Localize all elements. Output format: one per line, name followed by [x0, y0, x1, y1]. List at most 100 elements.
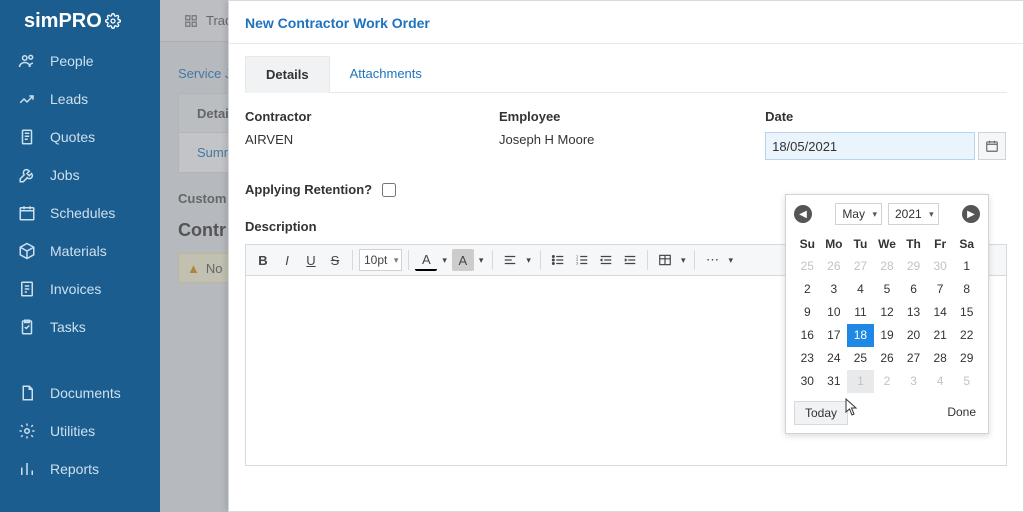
align-chevron-icon[interactable]: ▾ [523, 249, 534, 271]
dp-day[interactable]: 13 [900, 301, 927, 324]
dp-day[interactable]: 3 [900, 370, 927, 393]
dp-day[interactable]: 5 [953, 370, 980, 393]
dp-day[interactable]: 5 [874, 278, 901, 301]
italic-button[interactable]: I [276, 249, 298, 271]
jobs-icon [16, 164, 38, 186]
sidebar-item-leads[interactable]: Leads [0, 80, 160, 118]
bold-button[interactable]: B [252, 249, 274, 271]
documents-icon [16, 382, 38, 404]
sidebar-item-label: Utilities [50, 423, 95, 439]
quotes-icon [16, 126, 38, 148]
dp-day[interactable]: 2 [794, 278, 821, 301]
tab-attachments[interactable]: Attachments [330, 56, 442, 92]
sidebar-item-reports[interactable]: Reports [0, 450, 160, 488]
dp-day[interactable]: 27 [847, 255, 874, 278]
contractor-value: AIRVEN [245, 132, 499, 147]
dp-day[interactable]: 1 [953, 255, 980, 278]
dp-day[interactable]: 15 [953, 301, 980, 324]
dp-day[interactable]: 6 [900, 278, 927, 301]
prev-month-button[interactable]: ◀ [794, 205, 812, 223]
outdent-button[interactable] [595, 249, 617, 271]
dp-day[interactable]: 19 [874, 324, 901, 347]
more-button[interactable]: ⋯ [701, 249, 723, 271]
employee-label: Employee [499, 109, 765, 124]
sidebar-item-tasks[interactable]: Tasks [0, 308, 160, 346]
dp-day[interactable]: 18 [847, 324, 874, 347]
dp-day[interactable]: 1 [847, 370, 874, 393]
next-month-button[interactable]: ▶ [962, 205, 980, 223]
dp-day[interactable]: 16 [794, 324, 821, 347]
modal-title: New Contractor Work Order [229, 1, 1023, 44]
dp-day[interactable]: 20 [900, 324, 927, 347]
sidebar-item-jobs[interactable]: Jobs [0, 156, 160, 194]
strikethrough-button[interactable]: S [324, 249, 346, 271]
dp-day[interactable]: 9 [794, 301, 821, 324]
applying-retention-checkbox[interactable] [382, 183, 396, 197]
numbered-list-button[interactable]: 123 [571, 249, 593, 271]
dp-day[interactable]: 29 [953, 347, 980, 370]
year-select[interactable]: 2021 [888, 203, 939, 225]
dp-day[interactable]: 12 [874, 301, 901, 324]
table-chevron-icon[interactable]: ▾ [678, 249, 689, 271]
date-input[interactable] [765, 132, 975, 160]
sidebar-item-documents[interactable]: Documents [0, 374, 160, 412]
table-button[interactable] [654, 249, 676, 271]
dp-day[interactable]: 28 [927, 347, 954, 370]
font-color-button[interactable]: A [415, 249, 437, 271]
calendar-icon[interactable] [978, 132, 1006, 160]
sidebar-item-materials[interactable]: Materials [0, 232, 160, 270]
bg-color-chevron-icon[interactable]: ▾ [476, 249, 487, 271]
dp-day[interactable]: 26 [821, 255, 848, 278]
sidebar-item-label: People [50, 53, 94, 69]
dp-day[interactable]: 28 [874, 255, 901, 278]
font-color-chevron-icon[interactable]: ▾ [439, 249, 450, 271]
dp-dow: Tu [847, 233, 874, 255]
dp-day[interactable]: 27 [900, 347, 927, 370]
sidebar-item-utilities[interactable]: Utilities [0, 412, 160, 450]
dp-day[interactable]: 17 [821, 324, 848, 347]
indent-button[interactable] [619, 249, 641, 271]
applying-retention-label: Applying Retention? [245, 182, 372, 197]
sidebar-item-invoices[interactable]: Invoices [0, 270, 160, 308]
month-select[interactable]: May [835, 203, 882, 225]
dp-day[interactable]: 21 [927, 324, 954, 347]
align-button[interactable] [499, 249, 521, 271]
bullet-list-button[interactable] [547, 249, 569, 271]
done-button[interactable]: Done [943, 401, 980, 425]
materials-icon [16, 240, 38, 262]
dp-day[interactable]: 25 [847, 347, 874, 370]
invoices-icon [16, 278, 38, 300]
today-button[interactable]: Today [794, 401, 848, 425]
underline-button[interactable]: U [300, 249, 322, 271]
dp-day[interactable]: 11 [847, 301, 874, 324]
font-size-select[interactable]: 10pt [359, 249, 402, 271]
sidebar-item-people[interactable]: People [0, 42, 160, 80]
dp-day[interactable]: 3 [821, 278, 848, 301]
dp-day[interactable]: 22 [953, 324, 980, 347]
dp-day[interactable]: 10 [821, 301, 848, 324]
tab-details[interactable]: Details [245, 56, 330, 93]
dp-day[interactable]: 30 [794, 370, 821, 393]
dp-day[interactable]: 4 [847, 278, 874, 301]
dp-day[interactable]: 29 [900, 255, 927, 278]
dp-day[interactable]: 30 [927, 255, 954, 278]
sidebar-item-schedules[interactable]: Schedules [0, 194, 160, 232]
dp-day[interactable]: 31 [821, 370, 848, 393]
dp-day[interactable]: 24 [821, 347, 848, 370]
sidebar-item-label: Materials [50, 243, 107, 259]
more-chevron-icon[interactable]: ▾ [725, 249, 736, 271]
dp-day[interactable]: 8 [953, 278, 980, 301]
tasks-icon [16, 316, 38, 338]
bg-color-button[interactable]: A [452, 249, 474, 271]
dp-day[interactable]: 25 [794, 255, 821, 278]
dp-day[interactable]: 2 [874, 370, 901, 393]
people-icon [16, 50, 38, 72]
employee-value: Joseph H Moore [499, 132, 765, 147]
dp-day[interactable]: 7 [927, 278, 954, 301]
dp-day[interactable]: 23 [794, 347, 821, 370]
dp-day[interactable]: 14 [927, 301, 954, 324]
dp-day[interactable]: 26 [874, 347, 901, 370]
sidebar-item-label: Quotes [50, 129, 95, 145]
dp-day[interactable]: 4 [927, 370, 954, 393]
sidebar-item-quotes[interactable]: Quotes [0, 118, 160, 156]
